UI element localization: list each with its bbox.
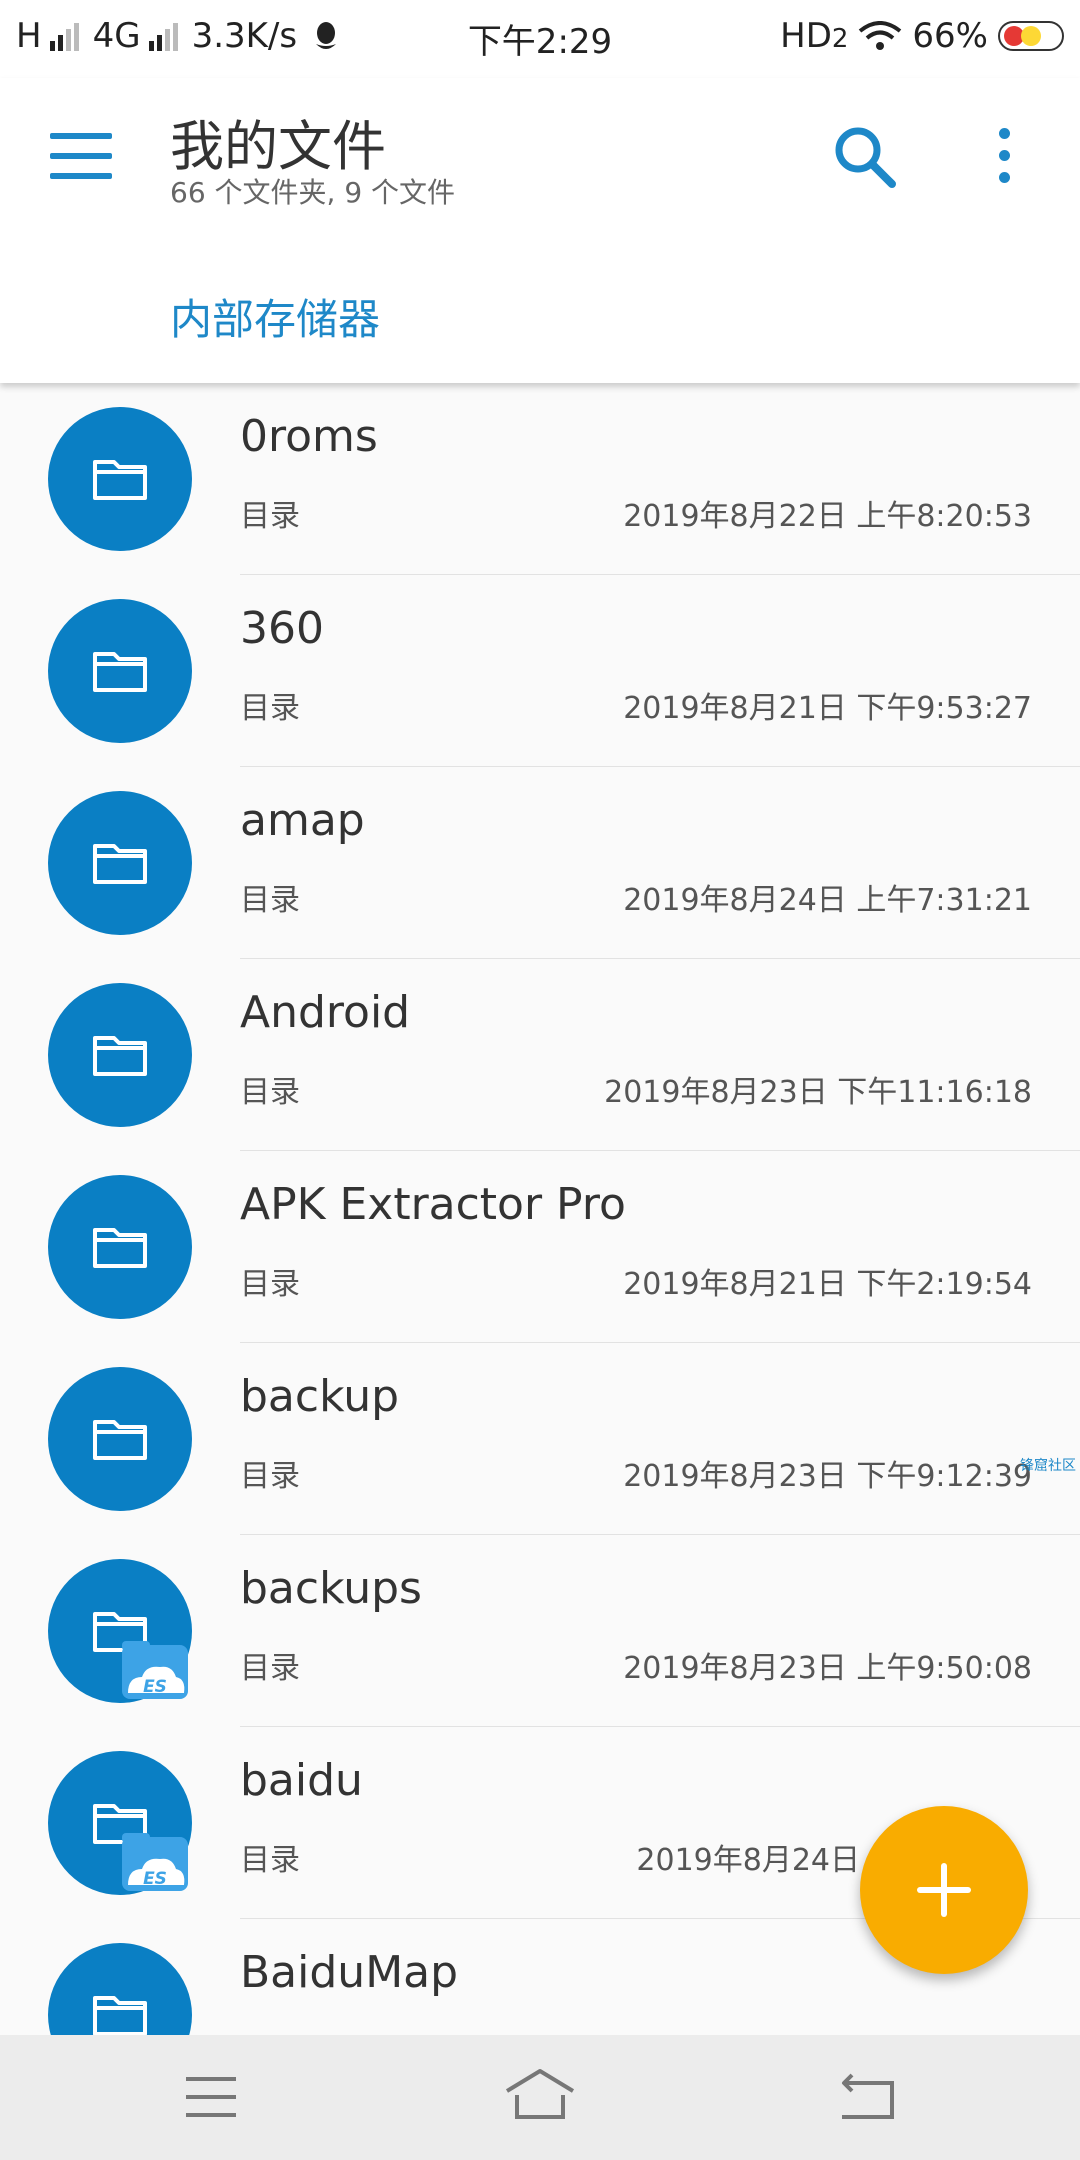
- list-item[interactable]: 360 目录 2019年8月21日 下午9:53:27: [0, 575, 1080, 767]
- folder-icon: [48, 983, 192, 1127]
- file-date: 2019年8月23日 下午9:12:39: [623, 1459, 1032, 1494]
- qq-icon: [316, 22, 337, 49]
- search-icon[interactable]: [830, 122, 900, 192]
- file-date: 2019年8月24日 上午7:31:21: [623, 883, 1032, 918]
- file-name: 360: [240, 603, 324, 654]
- file-type: 目录: [240, 691, 300, 726]
- menu-lines-icon[interactable]: [166, 2065, 256, 2129]
- status-right: HD2 66%: [780, 16, 1064, 56]
- signal-icon-2: [148, 21, 178, 51]
- file-name: baidu: [240, 1755, 363, 1806]
- folder-icon: [48, 1943, 192, 2035]
- home-icon[interactable]: [495, 2065, 585, 2129]
- file-date: 2019年8月23日 上午9:50:08: [623, 1651, 1032, 1686]
- more-vertical-icon[interactable]: [990, 126, 1020, 190]
- list-item[interactable]: 0roms 目录 2019年8月22日 上午8:20:53: [0, 383, 1080, 575]
- file-date: 2019年8月21日 下午9:53:27: [623, 691, 1032, 726]
- file-name: 0roms: [240, 411, 378, 462]
- wifi-icon: [859, 21, 902, 50]
- breadcrumb-internal-storage[interactable]: 内部存储器: [170, 286, 380, 347]
- file-name: backups: [240, 1563, 422, 1614]
- file-name: BaiduMap: [240, 1947, 459, 1998]
- file-name: backup: [240, 1371, 400, 1422]
- list-item[interactable]: APK Extractor Pro 目录 2019年8月21日 下午2:19:5…: [0, 1151, 1080, 1343]
- page-subtitle: 66 个文件夹, 9 个文件: [170, 176, 456, 209]
- folder-icon: [48, 791, 192, 935]
- folder-icon: [48, 1367, 192, 1511]
- es-badge-text: ES: [143, 1677, 167, 1697]
- signal-icon: [49, 21, 79, 51]
- file-type: 目录: [240, 1843, 300, 1878]
- file-type: 目录: [240, 1459, 300, 1494]
- file-date: 2019年8月24日: [636, 1843, 860, 1878]
- file-type: 目录: [240, 1651, 300, 1686]
- status-bar: H 4G 3.3K/s 下午2:29 HD2 66%: [0, 0, 1080, 78]
- clock: 下午2:29: [467, 22, 613, 62]
- hd-label: HD2: [780, 16, 848, 56]
- system-nav-bar: [0, 2035, 1080, 2160]
- network-type: 4G: [92, 16, 141, 56]
- folder-icon: [48, 407, 192, 551]
- list-item[interactable]: backup 目录 2019年8月23日 下午9:12:39: [0, 1343, 1080, 1535]
- file-name: APK Extractor Pro: [240, 1179, 626, 1230]
- watermark: 锋窟社区: [1020, 1458, 1076, 1474]
- back-icon[interactable]: [822, 2065, 912, 2129]
- file-type: 目录: [240, 883, 300, 918]
- file-name: amap: [240, 795, 365, 846]
- file-date: 2019年8月23日 下午11:16:18: [604, 1075, 1032, 1110]
- status-left: H 4G 3.3K/s: [16, 16, 339, 56]
- battery-icon: [998, 21, 1064, 51]
- net-speed: 3.3K/s: [191, 16, 298, 56]
- file-type: 目录: [240, 1267, 300, 1302]
- page-title: 我的文件: [170, 115, 386, 178]
- hd-text: HD: [780, 16, 832, 56]
- list-item[interactable]: Android 目录 2019年8月23日 下午11:16:18: [0, 959, 1080, 1151]
- list-item[interactable]: amap 目录 2019年8月24日 上午7:31:21: [0, 767, 1080, 959]
- carrier-letter: H: [16, 16, 42, 56]
- file-date: 2019年8月22日 上午8:20:53: [623, 499, 1032, 534]
- folder-icon: [48, 1175, 192, 1319]
- hd-sub: 2: [831, 24, 849, 54]
- add-fab-button[interactable]: [860, 1806, 1028, 1974]
- file-name: Android: [240, 987, 411, 1038]
- es-badge-icon: ES: [122, 1641, 188, 1699]
- es-badge-text: ES: [143, 1869, 167, 1889]
- file-date: 2019年8月21日 下午2:19:54: [623, 1267, 1032, 1302]
- hamburger-icon[interactable]: [50, 133, 114, 183]
- file-type: 目录: [240, 499, 300, 534]
- plus-icon: [917, 1863, 971, 1917]
- app-bar: 我的文件 66 个文件夹, 9 个文件 内部存储器: [0, 78, 1080, 383]
- file-type: 目录: [240, 1075, 300, 1110]
- battery-percent: 66%: [912, 16, 988, 56]
- folder-icon: [48, 599, 192, 743]
- file-list: 0roms 目录 2019年8月22日 上午8:20:53 360 目录 201…: [0, 383, 1080, 2035]
- list-item[interactable]: ES backups 目录 2019年8月23日 上午9:50:08: [0, 1535, 1080, 1727]
- es-badge-icon: ES: [122, 1833, 188, 1891]
